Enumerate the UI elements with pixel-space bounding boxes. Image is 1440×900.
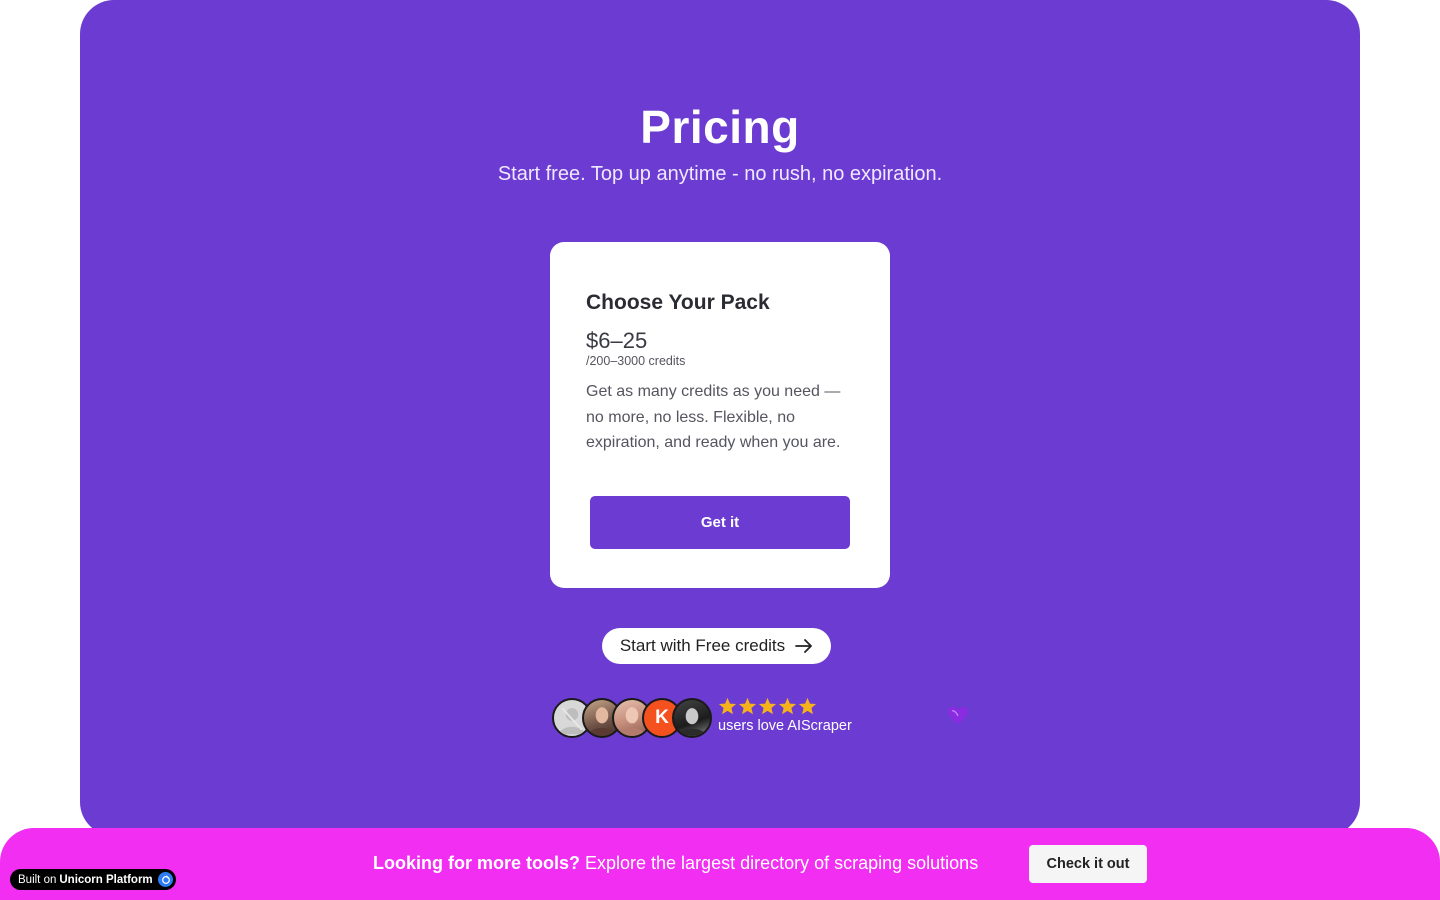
card-description: Get as many credits as you need — no mor… [586,383,841,451]
start-free-credits-button[interactable]: Start with Free credits [602,628,831,664]
page: Pricing Start free. Top up anytime - no … [0,0,1440,900]
banner-text: Explore the largest directory of scrapin… [585,853,979,873]
check-it-out-button[interactable]: Check it out [1029,845,1147,883]
pricing-subtitle: Start free. Top up anytime - no rush, no… [497,163,943,185]
pricing-card: Choose Your Pack $6–25 /200–3000 credits… [550,242,890,588]
badge-prefix: Built on [18,873,57,886]
banner-headline: Looking for more tools? [373,853,580,873]
rating-stars [718,697,817,715]
arrow-right-icon [795,639,813,653]
heart-icon [948,707,968,724]
card-period: /200–3000 credits [586,354,686,368]
star-icon [718,697,737,715]
badge-brand: Unicorn Platform [59,873,153,886]
promo-banner: Looking for more tools? Explore the larg… [0,828,1440,900]
social-proof-text: users love AIScraper [718,718,852,734]
star-icon [738,697,757,715]
card-price: $6–25 [586,328,648,353]
star-icon [798,697,817,715]
star-icon [778,697,797,715]
page-title: Pricing [640,101,800,153]
avatar-group: K [552,698,714,738]
avatar [672,698,712,738]
avatar-initial: K [655,707,669,728]
social-proof: K users love AIScraper [552,697,968,739]
pricing-section: Pricing Start free. Top up anytime - no … [80,0,1360,836]
get-it-button[interactable]: Get it [590,496,850,549]
star-icon [758,697,777,715]
built-on-badge[interactable]: Built on Unicorn Platform [10,869,176,890]
start-free-credits-label: Start with Free credits [619,636,786,655]
unicorn-platform-logo-icon [158,872,173,887]
card-title: Choose Your Pack [586,291,770,314]
